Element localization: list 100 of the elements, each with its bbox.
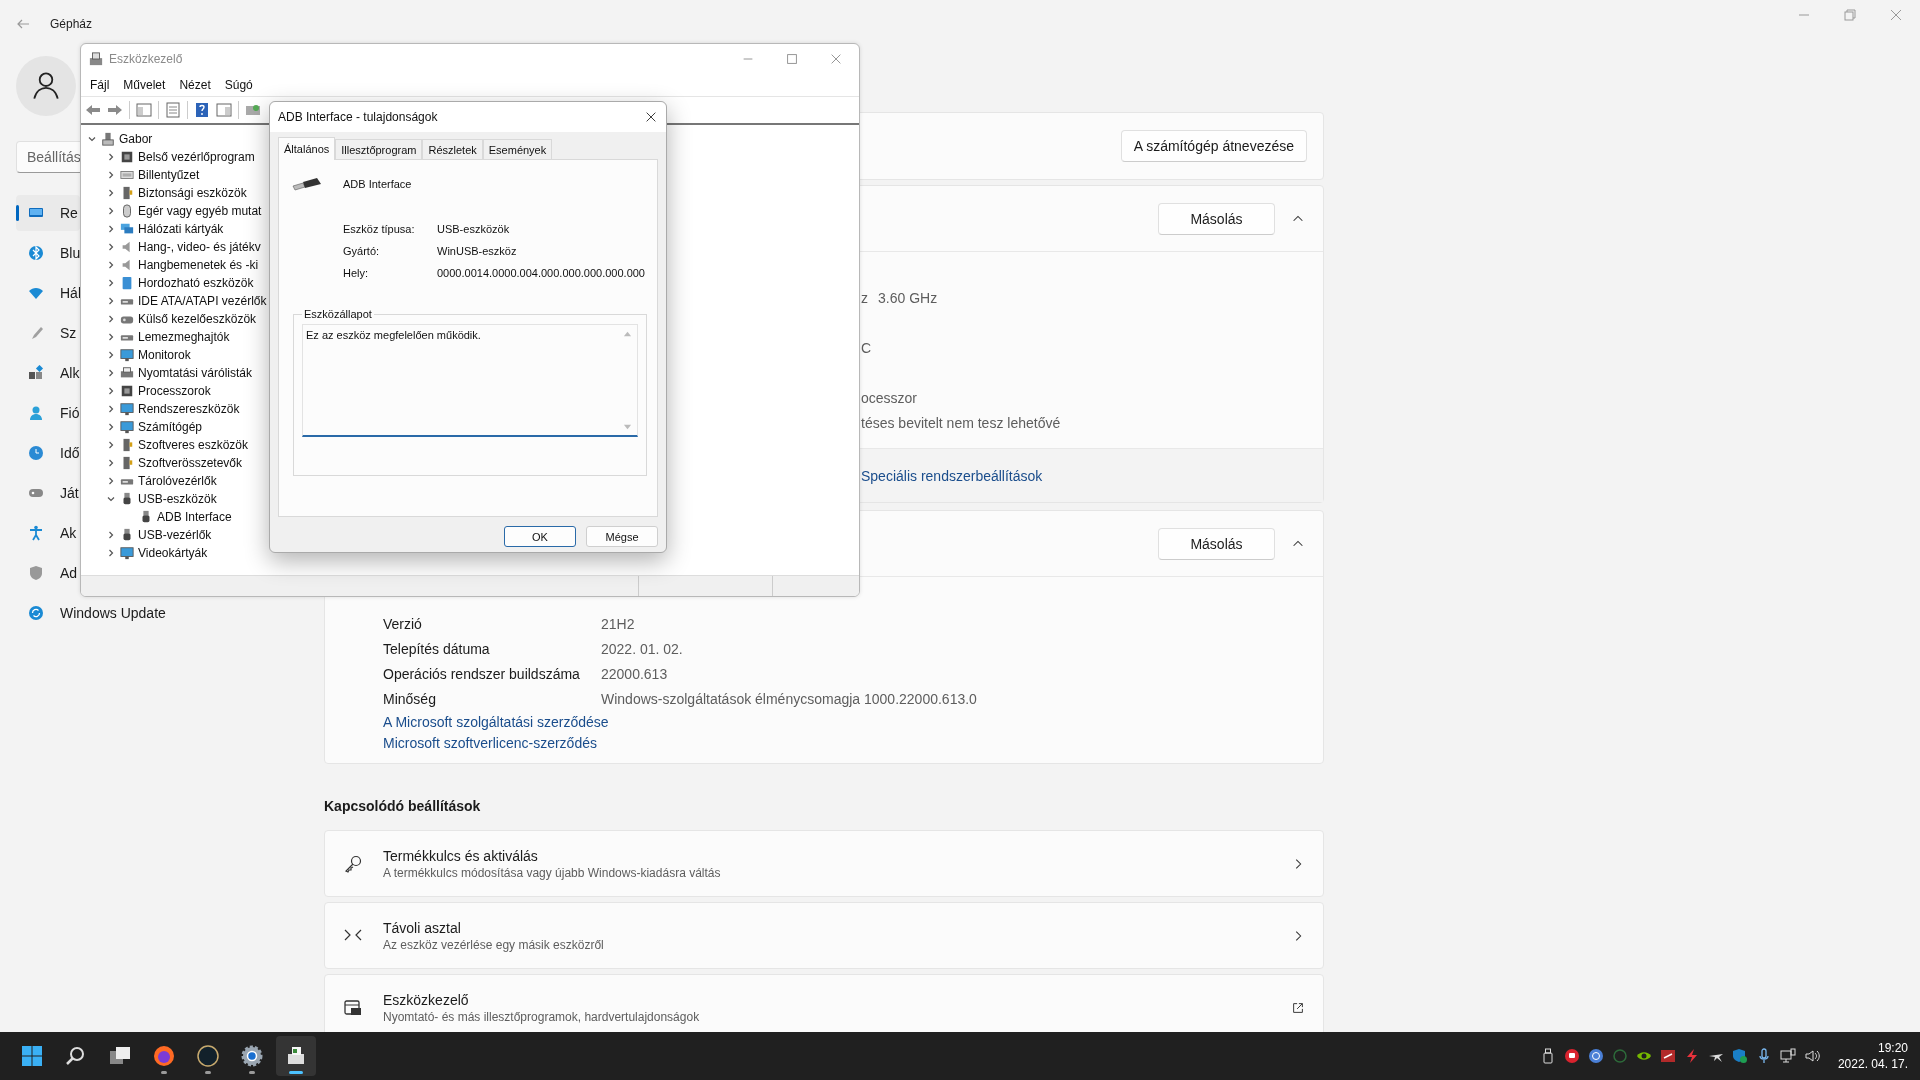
expand-toggle-icon[interactable] xyxy=(106,314,116,324)
tree-item[interactable]: USB-vezérlők xyxy=(138,528,212,542)
link[interactable]: Speciális rendszerbeállítások xyxy=(861,467,1043,484)
expand-toggle-icon[interactable] xyxy=(106,440,116,450)
expand-toggle-icon[interactable] xyxy=(106,368,116,378)
copy-button[interactable]: Másolás xyxy=(1158,527,1275,560)
expand-toggle-icon[interactable] xyxy=(106,476,116,486)
tree-item[interactable]: Nyomtatási várólisták xyxy=(138,366,253,380)
tab[interactable]: Részletek xyxy=(422,139,483,159)
copy-button[interactable]: Másolás xyxy=(1158,202,1275,235)
menu-item[interactable]: Nézet xyxy=(179,78,211,92)
expand-toggle-icon[interactable] xyxy=(106,260,116,270)
tree-item[interactable]: ADB Interface xyxy=(157,510,232,524)
tab[interactable]: Események xyxy=(482,139,553,159)
menu-item[interactable]: Művelet xyxy=(123,78,166,92)
nav-item[interactable]: Sz xyxy=(16,315,77,351)
tree-item[interactable]: Billentyűzet xyxy=(138,168,200,182)
group-label: Eszközállapot xyxy=(303,308,373,320)
row-title: Távoli asztal xyxy=(383,919,462,936)
tree-item[interactable]: Lemezmeghajtók xyxy=(138,330,230,344)
menu-item[interactable]: Fájl xyxy=(90,78,110,92)
close-icon[interactable] xyxy=(644,110,658,124)
nav-item[interactable]: Idő xyxy=(16,435,80,471)
nav-item[interactable]: Blu xyxy=(16,235,81,271)
forward-arrow-icon[interactable] xyxy=(107,102,123,118)
nav-item[interactable]: Alk xyxy=(16,355,80,391)
dialog-title: ADB Interface - tulajdonságok xyxy=(278,110,438,124)
expand-toggle-icon[interactable] xyxy=(106,242,116,252)
tree-item[interactable]: Videokártyák xyxy=(138,546,208,560)
nav-item[interactable]: Windows Update xyxy=(16,595,166,631)
clock-date[interactable]: 2022. 04. 17. xyxy=(1837,1057,1908,1071)
chip-icon xyxy=(120,150,134,164)
grid-icon xyxy=(20,1044,44,1068)
tree-item[interactable]: Hordozható eszközök xyxy=(138,276,254,290)
spec-text: z xyxy=(861,289,868,306)
tree-item[interactable]: Monitorok xyxy=(138,348,191,362)
expand-toggle-icon[interactable] xyxy=(106,422,116,432)
spec-value: 2022. 01. 02. xyxy=(601,640,683,657)
tree-item[interactable]: USB-eszközök xyxy=(138,492,217,506)
rename-button[interactable]: A számítógép átnevezése xyxy=(1120,130,1307,162)
settings-row[interactable]: Távoli asztal Az eszköz vezérlése egy másik eszközről xyxy=(324,902,1324,969)
settings-row[interactable]: Termékkulcs és aktiválás A termékkulcs módosítása vagy újabb Windows-kiadásra váltás xyxy=(324,830,1324,897)
expand-toggle-icon[interactable] xyxy=(106,296,116,306)
tab[interactable]: Általános xyxy=(278,137,336,160)
tree-item[interactable]: Hang-, video- és játékv xyxy=(138,240,261,254)
expand-toggle-icon[interactable] xyxy=(106,170,116,180)
tree-item[interactable]: Egér vagy egyéb mutat xyxy=(138,204,262,218)
nav-item[interactable]: Ad xyxy=(16,555,78,591)
expand-toggle-icon[interactable] xyxy=(106,548,116,558)
tree-item[interactable]: Szoftverösszetevők xyxy=(138,456,243,470)
taskbar-button[interactable] xyxy=(276,1036,316,1076)
expand-toggle-icon[interactable] xyxy=(106,386,116,396)
expand-toggle-icon[interactable] xyxy=(87,134,97,144)
nav-item[interactable]: Ját xyxy=(16,475,79,511)
tree-item[interactable]: Számítógép xyxy=(138,420,203,434)
expand-toggle-icon[interactable] xyxy=(106,404,116,414)
expand-toggle-icon[interactable] xyxy=(106,206,116,216)
settings-row[interactable]: Eszközkezelő Nyomtató- és más illesztőprogramok, hardvertulajdonságok xyxy=(324,974,1324,1032)
expand-toggle-icon[interactable] xyxy=(106,278,116,288)
tree-item[interactable]: Gabor xyxy=(119,132,153,146)
scan-icon[interactable] xyxy=(245,102,261,118)
network-icon[interactable] xyxy=(1779,1048,1796,1064)
expand-toggle-icon[interactable] xyxy=(106,152,116,162)
expand-toggle-icon[interactable] xyxy=(106,458,116,468)
dialog-button[interactable]: Mégse xyxy=(586,526,658,547)
expand-toggle-icon[interactable] xyxy=(106,350,116,360)
ring-icon[interactable] xyxy=(1611,1048,1628,1064)
tree-item[interactable]: Rendszereszközök xyxy=(138,402,240,416)
maximize-icon[interactable] xyxy=(785,52,799,66)
tree-item[interactable]: Külső kezelőeszközök xyxy=(138,312,257,326)
nav-item[interactable]: Fió xyxy=(16,395,80,431)
nav-item[interactable]: Hál xyxy=(16,275,81,311)
clock-time[interactable]: 19:20 xyxy=(1877,1041,1908,1055)
shield-check-icon[interactable] xyxy=(1731,1048,1748,1064)
menu-item[interactable]: Súgó xyxy=(224,78,253,92)
dialog-button[interactable]: OK xyxy=(504,526,576,547)
tree-item[interactable]: Hálózati kártyák xyxy=(138,222,224,236)
expand-toggle-icon[interactable] xyxy=(106,224,116,234)
tree-item[interactable]: Szoftveres eszközök xyxy=(138,438,249,452)
help-icon[interactable] xyxy=(194,102,210,118)
expand-toggle-icon[interactable] xyxy=(106,332,116,342)
back-arrow-icon[interactable] xyxy=(85,102,101,118)
expand-toggle-icon[interactable] xyxy=(106,530,116,540)
tree-item[interactable]: IDE ATA/ATAPI vezérlők xyxy=(138,294,267,308)
tree-item[interactable]: Processzorok xyxy=(138,384,211,398)
shield-icon xyxy=(28,565,44,581)
tree-item[interactable]: Tárolóvezérlők xyxy=(138,474,217,488)
expand-toggle-icon[interactable] xyxy=(106,494,116,504)
tree-item[interactable]: Biztonsági eszközök xyxy=(138,186,247,200)
volume-icon[interactable] xyxy=(1803,1048,1820,1064)
nav-item[interactable]: Re xyxy=(16,195,80,231)
tree-item[interactable]: Hangbemenetek és -ki xyxy=(138,258,259,272)
link[interactable]: Microsoft szoftverlicenc-szerződés xyxy=(383,734,597,751)
tab[interactable]: Illesztőprogram xyxy=(335,139,423,159)
person-icon xyxy=(28,405,44,421)
expand-toggle-icon[interactable] xyxy=(106,188,116,198)
link[interactable]: A Microsoft szolgáltatási szerződése xyxy=(383,713,609,730)
tree-item[interactable]: Belső vezérlőprogram xyxy=(138,150,255,164)
key-icon xyxy=(343,853,363,874)
nav-item[interactable]: Ak xyxy=(16,515,77,551)
